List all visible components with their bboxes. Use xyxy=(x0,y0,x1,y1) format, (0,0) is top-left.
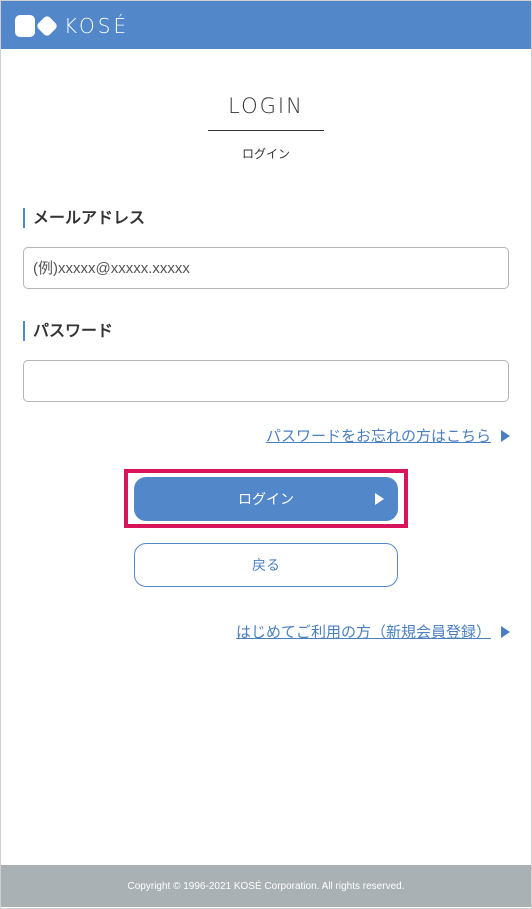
arrow-right-icon xyxy=(501,625,510,638)
site-footer: Copyright © 1996-2021 KOSÉ Corporation. … xyxy=(1,865,531,907)
login-button-label: ログイン xyxy=(238,492,294,508)
arrow-right-icon xyxy=(375,493,384,505)
logo-text[interactable]: KOSÉ xyxy=(64,15,129,37)
email-field[interactable] xyxy=(23,247,509,289)
page-title: LOGIN xyxy=(228,94,304,118)
kose-logo-mark-icon[interactable] xyxy=(15,15,59,37)
copyright-text: Copyright © 1996-2021 KOSÉ Corporation. … xyxy=(127,880,405,892)
register-link[interactable]: はじめてご利用の方（新規会員登録） xyxy=(236,621,510,642)
page-frame xyxy=(0,0,532,909)
password-field[interactable] xyxy=(23,360,509,402)
back-button[interactable]: 戻る xyxy=(134,543,398,587)
forgot-password-link-text[interactable]: パスワードをお忘れの方はこちら xyxy=(266,425,491,446)
arrow-right-icon xyxy=(501,429,510,442)
back-button-label: 戻る xyxy=(252,558,280,574)
login-button[interactable]: ログイン xyxy=(134,477,398,521)
register-link-text[interactable]: はじめてご利用の方（新規会員登録） xyxy=(236,621,491,642)
forgot-password-link[interactable]: パスワードをお忘れの方はこちら xyxy=(266,425,510,446)
title-divider xyxy=(208,130,324,131)
password-label: パスワード xyxy=(23,321,113,341)
email-label: メールアドレス xyxy=(23,208,145,228)
page-subtitle: ログイン xyxy=(241,147,290,161)
site-header: KOSÉ xyxy=(1,1,531,49)
